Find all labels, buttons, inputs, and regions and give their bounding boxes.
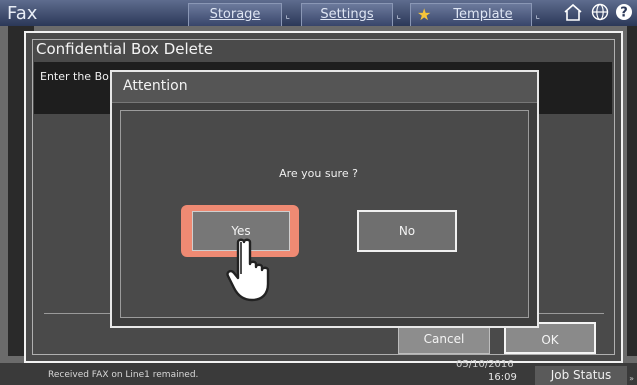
attention-header: Attention <box>112 72 537 103</box>
dropdown-icon: ⌞ <box>285 10 290 21</box>
help-icon[interactable]: ? <box>614 3 634 23</box>
header-bar: Fax Storage ⌞ Settings ⌞ ★ Template ⌞ ? <box>0 0 637 26</box>
tab-storage-label: Storage <box>209 7 261 22</box>
instruction-text: Enter the Bo <box>40 70 109 83</box>
star-icon: ★ <box>417 5 432 24</box>
time-text: 16:09 <box>488 372 517 383</box>
tab-settings[interactable]: Settings ⌞ <box>301 3 401 26</box>
home-icon[interactable] <box>560 3 586 23</box>
status-bar: Received FAX on Line1 remained. 05/10/20… <box>0 359 637 385</box>
confirm-question: Are you sure ? <box>279 167 358 180</box>
pointer-hand-icon <box>226 238 270 302</box>
status-message: Received FAX on Line1 remained. <box>48 370 199 380</box>
app-title: Fax <box>7 3 38 24</box>
globe-icon[interactable] <box>587 3 613 23</box>
tab-template[interactable]: ★ Template ⌞ <box>410 3 540 26</box>
job-status-button[interactable]: Job Status <box>535 366 627 385</box>
no-button[interactable]: No <box>357 210 457 252</box>
tab-template-label: Template <box>453 7 513 22</box>
attention-dialog: Attention <box>110 70 539 328</box>
right-panel <box>627 26 637 356</box>
attention-title: Attention <box>123 78 188 94</box>
dropdown-icon: ⌞ <box>535 10 540 21</box>
dropdown-icon: ⌞ <box>396 10 401 21</box>
tab-settings-label: Settings <box>320 7 374 22</box>
svg-text:?: ? <box>620 6 628 21</box>
tab-storage[interactable]: Storage ⌞ <box>188 3 290 26</box>
dialog-title: Confidential Box Delete <box>36 40 213 58</box>
date-text: 05/10/2016 <box>456 359 514 370</box>
expand-icon: » <box>629 374 634 383</box>
